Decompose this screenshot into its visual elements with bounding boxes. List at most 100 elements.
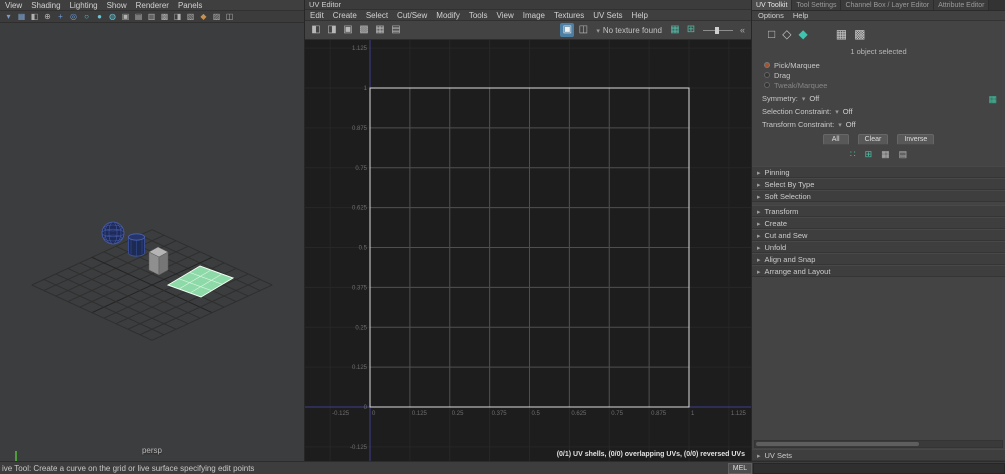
menu-lighting[interactable]: Lighting (70, 1, 98, 10)
uv-canvas[interactable]: -0.125 0 0.125 0.25 0.375 0.5 0.625 0.75 0.875 1 1… (305, 40, 751, 461)
uv-flip-icon[interactable]: ◨ (325, 23, 339, 37)
make-live-icon[interactable]: ◎ (68, 12, 79, 22)
sphere-object[interactable] (101, 221, 125, 245)
menu-modify[interactable]: Modify (436, 11, 460, 20)
menu-edit[interactable]: Edit (310, 11, 324, 20)
horizontal-scrollbar[interactable] (754, 440, 1003, 448)
expand-arrow-icon[interactable] (757, 192, 761, 201)
symmetry-display-icon[interactable]: ▦ (988, 94, 997, 105)
texture-display-toggle-icon[interactable]: ▦ (836, 26, 847, 42)
smooth-shade-display-icon[interactable]: ● (94, 12, 105, 22)
mel-toggle-button[interactable]: MEL (728, 462, 752, 474)
radio-icon[interactable] (764, 82, 770, 88)
display-filtered-icon[interactable]: ◫ (576, 23, 590, 37)
menu-uv-sets[interactable]: UV Sets (593, 11, 622, 20)
menu-options[interactable]: Options (758, 11, 784, 20)
uv-sew-icon[interactable]: ▦ (373, 23, 387, 37)
tab-attribute-editor[interactable]: Attribute Editor (934, 0, 990, 10)
tab-uv-toolkit[interactable]: UV Toolkit (752, 0, 793, 10)
selection-constraint-value[interactable]: Off (843, 107, 853, 116)
menu-select[interactable]: Select (366, 11, 388, 20)
menu-image[interactable]: Image (523, 11, 545, 20)
uv-shell-tool-icon[interactable]: ◆ (798, 26, 807, 42)
section-align-and-snap[interactable]: Align and Snap (752, 253, 1005, 265)
xray-display-icon[interactable]: ◫ (224, 12, 235, 22)
expand-arrow-icon[interactable] (757, 219, 761, 228)
select-shell-icon[interactable]: ⊞ (865, 149, 873, 159)
shadow-display-icon[interactable]: ▤ (133, 12, 144, 22)
marquee-select-tool-icon[interactable]: □ (768, 26, 775, 42)
section-arrange-and-layout[interactable]: Arrange and Layout (752, 265, 1005, 277)
chevron-down-icon[interactable] (802, 94, 806, 103)
chevron-down-icon[interactable] (835, 107, 839, 116)
menu-tools[interactable]: Tools (469, 11, 488, 20)
shrink-selection-icon[interactable]: ▤ (899, 149, 908, 159)
uv-cut-icon[interactable]: ▩ (357, 23, 371, 37)
menu-panels[interactable]: Panels (178, 1, 202, 10)
expand-arrow-icon[interactable] (757, 180, 761, 189)
section-unfold[interactable]: Unfold (752, 241, 1005, 253)
display-image-icon[interactable]: ▣ (560, 23, 575, 37)
cube-object[interactable] (148, 246, 169, 276)
inverse-button[interactable]: Inverse (897, 134, 935, 145)
textured-display-icon[interactable]: ◍ (107, 12, 118, 22)
menu-create[interactable]: Create (333, 11, 357, 20)
tab-tool-settings[interactable]: Tool Settings (792, 0, 842, 10)
wireframe-display-icon[interactable]: ○ (81, 12, 92, 22)
gate-mask-icon[interactable]: ▧ (185, 12, 196, 22)
radio-icon[interactable] (764, 62, 770, 68)
uv-transform-icon[interactable]: ◧ (309, 23, 323, 37)
select-shortest-path-icon[interactable]: ∷ (850, 149, 856, 159)
pixel-snap-icon[interactable]: ⊞ (684, 23, 698, 37)
tab-channel-box-layer-editor[interactable]: Channel Box / Layer Editor (841, 0, 935, 10)
radio-tweak-marquee[interactable]: Tweak/Marquee (764, 80, 1005, 90)
menu-textures[interactable]: Textures (554, 11, 584, 20)
lighting-display-icon[interactable]: ▣ (120, 12, 131, 22)
plane-object-selected[interactable] (166, 265, 235, 298)
chevron-down-icon[interactable] (838, 120, 842, 129)
section-create[interactable]: Create (752, 217, 1005, 229)
radio-pick-marquee[interactable]: Pick/Marquee (764, 60, 1005, 70)
transform-constraint-value[interactable]: Off (846, 120, 856, 129)
section-select-by-type[interactable]: Select By Type (752, 178, 1005, 190)
screen-ao-display-icon[interactable]: ▥ (146, 12, 157, 22)
exposure-slider[interactable] (702, 23, 733, 37)
lasso-select-tool-icon[interactable]: ◇ (782, 26, 791, 42)
motion-blur-display-icon[interactable]: ▩ (159, 12, 170, 22)
clear-button[interactable]: Clear (857, 134, 889, 145)
menu-view[interactable]: View (5, 1, 22, 10)
symmetry-value[interactable]: Off (809, 94, 819, 103)
menu-shading[interactable]: Shading (31, 1, 60, 10)
radio-icon[interactable] (764, 72, 770, 78)
uv-grid[interactable]: -0.125 0 0.125 0.25 0.375 0.5 0.625 0.75 0.875 1 1… (305, 40, 751, 461)
snap-to-curve-icon[interactable]: ◧ (29, 12, 40, 22)
grow-selection-icon[interactable]: ▦ (881, 149, 890, 159)
collapse-toolbar-icon[interactable] (738, 25, 747, 35)
menu-renderer[interactable]: Renderer (136, 1, 169, 10)
snap-to-grid-icon[interactable]: ▦ (16, 12, 27, 22)
viewport-scene[interactable] (0, 23, 303, 461)
field-chart-icon[interactable]: ◆ (198, 12, 209, 22)
uv-editor-titlebar[interactable]: UV Editor (305, 0, 751, 10)
isolate-select-icon[interactable]: ▨ (211, 12, 222, 22)
texture-dropdown[interactable]: No texture found (592, 26, 666, 35)
menu-uv-help[interactable]: Help (632, 11, 648, 20)
menu-cut-sew[interactable]: Cut/Sew (397, 11, 427, 20)
menu-toolkit-help[interactable]: Help (793, 11, 808, 20)
snap-to-point-icon[interactable]: ⊕ (42, 12, 53, 22)
uv-unfold-icon[interactable]: ▤ (389, 23, 403, 37)
menu-show[interactable]: Show (107, 1, 127, 10)
expand-arrow-icon[interactable] (757, 451, 761, 460)
snap-to-view-plane-icon[interactable]: + (55, 12, 66, 22)
section-transform[interactable]: Transform (752, 205, 1005, 217)
section-soft-selection[interactable]: Soft Selection (752, 190, 1005, 202)
cylinder-object[interactable] (128, 233, 145, 257)
command-line-input[interactable] (753, 462, 1005, 474)
grid-display-toggle-icon[interactable]: ▩ (854, 26, 865, 42)
expand-arrow-icon[interactable] (757, 231, 761, 240)
section-cut-and-sew[interactable]: Cut and Sew (752, 229, 1005, 241)
menu-uv-view[interactable]: View (497, 11, 514, 20)
all-button[interactable]: All (822, 134, 849, 145)
slider-thumb-handle[interactable] (714, 27, 719, 34)
uv-rotate-icon[interactable]: ▣ (341, 23, 355, 37)
